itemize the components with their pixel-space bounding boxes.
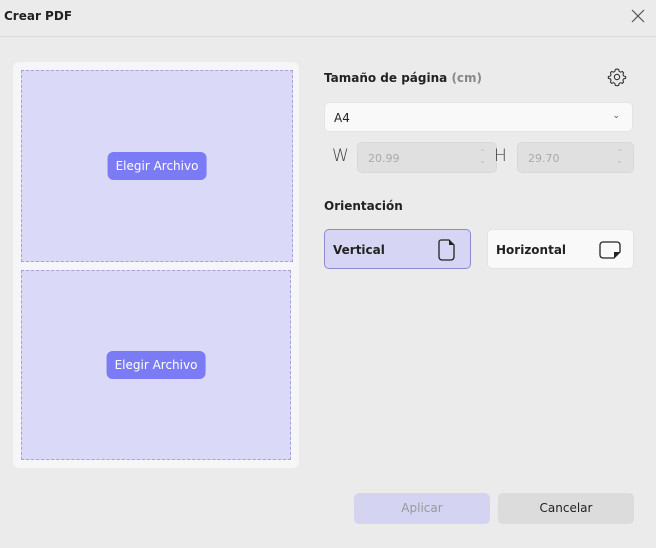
- landscape-page-icon: [599, 241, 621, 259]
- vertical-label: Vertical: [333, 243, 385, 257]
- page-size-value: A4: [334, 111, 350, 125]
- height-label: H: [494, 146, 507, 166]
- page-size-unit: (cm): [451, 71, 483, 85]
- page-size-text: Tamaño de página: [324, 71, 448, 85]
- apply-button[interactable]: Aplicar: [354, 493, 490, 524]
- gear-icon[interactable]: [607, 67, 627, 87]
- orientation-horizontal-button[interactable]: Horizontal: [487, 229, 634, 269]
- header-divider: [0, 36, 656, 37]
- width-value: 20.99: [368, 152, 400, 165]
- choose-file-button-2[interactable]: Elegir Archivo: [106, 351, 206, 379]
- height-input[interactable]: 29.70 ⌃ ⌄: [517, 142, 634, 173]
- width-label: W: [332, 146, 349, 166]
- orientation-vertical-button[interactable]: Vertical: [324, 229, 471, 269]
- drop-zone-2[interactable]: Elegir Archivo: [21, 270, 291, 460]
- close-icon[interactable]: [630, 8, 646, 24]
- orientation-label: Orientación: [324, 199, 403, 213]
- chevron-down-icon: ⌄: [612, 111, 620, 121]
- portrait-page-icon: [438, 239, 455, 261]
- page-size-select[interactable]: A4 ⌄: [324, 102, 633, 132]
- width-stepper[interactable]: ⌃ ⌄: [479, 149, 486, 165]
- height-stepper[interactable]: ⌃ ⌄: [616, 149, 623, 165]
- choose-file-button-1[interactable]: Elegir Archivo: [107, 152, 207, 180]
- width-input[interactable]: 20.99 ⌃ ⌄: [357, 142, 497, 173]
- horizontal-label: Horizontal: [496, 243, 567, 257]
- upload-panel: Elegir Archivo Elegir Archivo: [13, 62, 299, 468]
- cancel-button[interactable]: Cancelar: [498, 493, 634, 524]
- drop-zone-1[interactable]: Elegir Archivo: [21, 70, 293, 262]
- dialog-title: Crear PDF: [4, 9, 73, 23]
- page-size-label: Tamaño de página (cm): [324, 71, 482, 85]
- height-value: 29.70: [528, 152, 560, 165]
